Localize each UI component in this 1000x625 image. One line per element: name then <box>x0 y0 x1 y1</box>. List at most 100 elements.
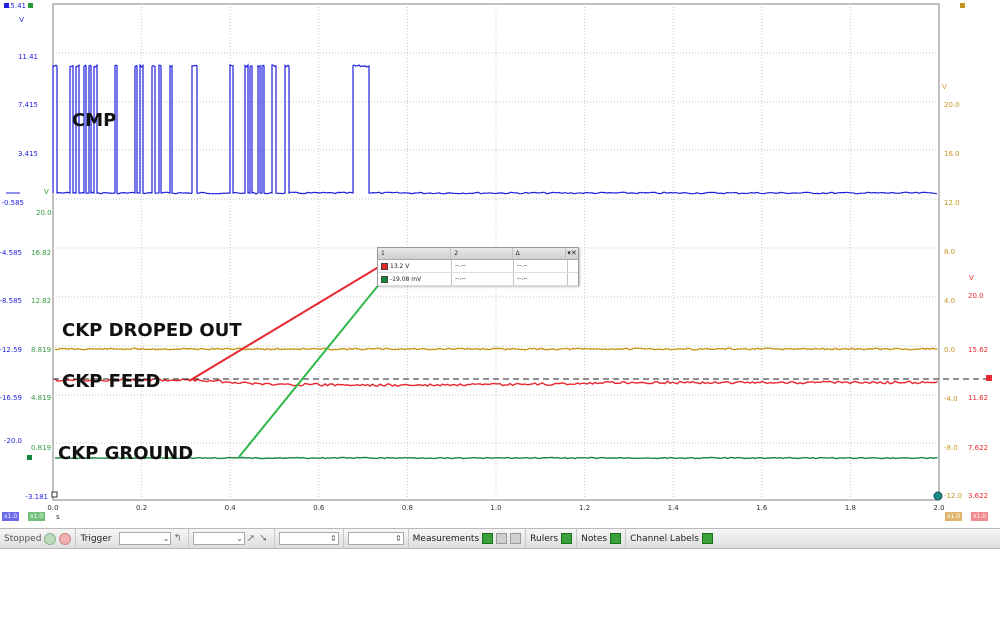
ruler-handle-right[interactable] <box>986 375 992 381</box>
chevron-down-icon: ⌄ <box>162 534 170 543</box>
notes-icon[interactable] <box>610 533 622 544</box>
x-tick-label: 0.0 <box>47 504 58 512</box>
trigger-marker[interactable] <box>51 491 58 498</box>
green-axis-top: 20.0 <box>36 209 52 217</box>
right-axis-orange: V 20.0 16.0 12.0 8.0 4.0 0.0 -4.0 -8.0 -… <box>942 83 962 500</box>
ruler-row-value-1: -19.08 mV <box>390 275 422 283</box>
green-tick: 4.819 <box>31 394 51 402</box>
x-tick-label: 1.4 <box>668 504 680 512</box>
spin-icon: ⇕ <box>329 534 337 543</box>
x-tick-label: 1.6 <box>756 504 768 512</box>
channel-b-marker[interactable] <box>28 3 33 8</box>
red-tick: 20.0 <box>968 292 984 300</box>
trigger-label: Trigger <box>80 533 112 544</box>
ruler-row-value-2: --.-- <box>452 273 514 285</box>
outer-tick: -20.0 <box>4 437 22 445</box>
rulers-icon[interactable] <box>561 533 573 544</box>
channel-ground-offset-handle[interactable] <box>27 455 32 460</box>
blue-axis-unit: V <box>19 16 24 24</box>
red-tick: 7.622 <box>968 444 988 452</box>
scale-chip-d[interactable]: x1.0 <box>971 512 989 521</box>
trigger-threshold-input[interactable]: ⇕ <box>278 532 339 545</box>
orange-tick: 4.0 <box>944 297 955 305</box>
x-tick-label: 0.8 <box>402 504 413 512</box>
pretrigger-input[interactable]: ⇕ <box>347 532 404 545</box>
ruler-row-delta: --.-- <box>514 273 568 285</box>
outer-tick: -16.59 <box>0 394 22 402</box>
ruler-row: -19.08 mV --.-- --.-- <box>378 273 578 286</box>
ckp-ground-label: CKP GROUND <box>58 443 193 464</box>
green-axis-unit: V <box>44 188 49 196</box>
ruler-table-header: 1 2 Δ ▾✕ <box>378 248 578 260</box>
blue-tick: -0.585 <box>1 199 24 207</box>
start-icon[interactable] <box>44 532 57 545</box>
close-icon[interactable]: ▾✕ <box>567 249 576 257</box>
orange-tick: 16.0 <box>944 150 960 158</box>
right-axis-red: V 20.0 15.62 11.62 7.622 3.622 <box>968 274 988 500</box>
ruler-row: 13.2 V --.-- --.-- <box>378 260 578 273</box>
ruler-col-1: 1 <box>378 248 452 259</box>
orange-tick: 0.0 <box>944 346 955 354</box>
orange-tick: -12.0 <box>944 492 962 500</box>
ruler-col-2: 2 <box>451 248 513 259</box>
x-tick-label: 0.4 <box>225 504 237 512</box>
chevron-down-icon: ⌄ <box>236 534 243 543</box>
trigger-mode-select[interactable]: ⌄ <box>119 532 172 545</box>
scale-chip-a[interactable]: x1.0 <box>2 512 20 521</box>
blue-tick: 3.415 <box>18 150 38 158</box>
green-tick: 12.82 <box>31 297 51 305</box>
red-tick: 11.62 <box>968 394 988 402</box>
left-axis-green: V 20.0 -4.585 -8.585 -12.59 -16.59 -20.0… <box>0 188 52 501</box>
channel-labels-icon[interactable] <box>701 533 713 544</box>
time-ruler-handle[interactable] <box>933 491 943 501</box>
falling-edge-icon[interactable]: ➘ <box>259 533 267 544</box>
red-swatch <box>381 262 388 270</box>
trigger-edge-icon[interactable]: ↰ <box>173 533 181 544</box>
x-axis: 0.0 0.2 0.4 0.6 0.8 1.0 1.2 1.4 1.6 1.8 2.0 <box>47 504 944 512</box>
outer-tick: -8.585 <box>0 297 22 305</box>
cmp-label: CMP <box>72 110 116 131</box>
channel-labels-label: Channel Labels <box>630 533 699 544</box>
capture-status: Stopped <box>4 533 42 544</box>
delete-measurement-icon[interactable] <box>510 533 522 544</box>
ruler-row-value-1: 13.2 V <box>390 262 410 270</box>
orange-tick: 8.0 <box>944 248 955 256</box>
x-tick-label: 2.0 <box>933 504 944 512</box>
ckp-dropped-label: CKP DROPED OUT <box>62 320 242 341</box>
outer-tick: -12.59 <box>0 346 22 354</box>
measurements-label: Measurements <box>412 533 480 544</box>
x-tick-label: 1.2 <box>579 504 590 512</box>
add-measurement-icon[interactable] <box>482 533 494 544</box>
stop-icon[interactable] <box>59 532 72 545</box>
spin-icon: ⇕ <box>394 534 402 543</box>
green-tick: 0.819 <box>31 444 51 452</box>
blue-tick: 11.41 <box>18 53 38 61</box>
red-axis-unit: V <box>969 274 974 282</box>
orange-tick: -4.0 <box>944 395 958 403</box>
channel-scale-chips: x1.0 x1.0 x1.0 x1.0 <box>0 512 1000 522</box>
trigger-source-select[interactable]: ⌄ <box>192 532 245 545</box>
green-swatch <box>381 275 388 283</box>
channel-a-marker[interactable] <box>4 3 9 8</box>
scale-chip-b[interactable]: x1.0 <box>28 512 46 521</box>
outer-tick: -4.585 <box>0 249 22 257</box>
ckp-feed-label: CKP FEED <box>62 371 160 392</box>
red-tick: 15.62 <box>968 346 988 354</box>
green-tick: 8.819 <box>31 346 51 354</box>
x-tick-label: 0.6 <box>313 504 325 512</box>
rising-edge-icon[interactable]: ➚ <box>247 533 255 544</box>
orange-tick: -8.0 <box>944 444 958 452</box>
orange-tick: 20.0 <box>944 101 960 109</box>
edit-measurement-icon[interactable] <box>496 533 508 544</box>
ruler-col-delta: Δ <box>513 248 567 259</box>
ruler-measurement-table[interactable]: 1 2 Δ ▾✕ 13.2 V --.-- --.-- -19.08 mV --… <box>377 247 579 286</box>
channel-c-marker[interactable] <box>960 3 965 8</box>
red-tick: 3.622 <box>968 492 988 500</box>
ruler-row-delta: --.-- <box>514 260 568 272</box>
x-tick-label: 1.8 <box>845 504 856 512</box>
ruler-row-value-2: --.-- <box>452 260 514 272</box>
scale-chip-c[interactable]: x1.0 <box>945 512 963 521</box>
x-tick-label: 0.2 <box>136 504 147 512</box>
rulers-label: Rulers <box>530 533 559 544</box>
orange-axis-unit: V <box>942 83 947 91</box>
